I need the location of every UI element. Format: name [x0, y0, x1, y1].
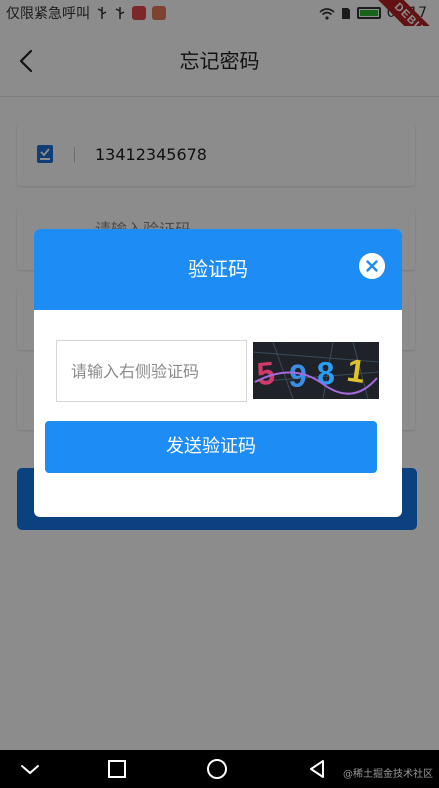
dialog-header: 验证码 — [34, 229, 402, 310]
svg-text:5: 5 — [255, 354, 276, 392]
captcha-image[interactable]: 5 9 8 1 — [253, 342, 379, 399]
close-icon[interactable] — [359, 253, 385, 279]
watermark: @稀土掘金技术社区 — [343, 769, 433, 780]
captcha-dialog: 验证码 5 9 8 1 发送验证码 — [34, 229, 402, 517]
chevron-down-icon[interactable] — [10, 750, 50, 788]
captcha-input[interactable] — [56, 340, 247, 402]
system-nav-bar: @稀土掘金技术社区 — [0, 750, 439, 788]
recent-apps-icon[interactable] — [97, 750, 137, 788]
home-icon[interactable] — [197, 750, 237, 788]
send-code-button[interactable]: 发送验证码 — [45, 421, 377, 473]
dialog-title: 验证码 — [188, 257, 248, 281]
back-triangle-icon[interactable] — [297, 750, 337, 788]
